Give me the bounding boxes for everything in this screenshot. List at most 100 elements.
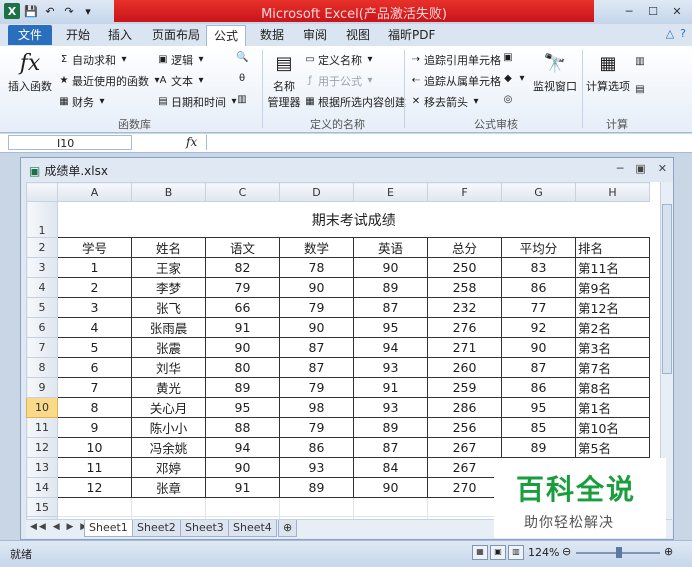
table-cell[interactable]: 89	[205, 377, 280, 398]
evaluate-formula-button[interactable]: ◎	[502, 94, 514, 106]
table-cell[interactable]: 90	[205, 337, 280, 358]
calc-now-button[interactable]: ▥	[634, 56, 646, 68]
row-header[interactable]: 13	[26, 457, 58, 478]
table-cell[interactable]: 256	[427, 417, 502, 438]
table-cell[interactable]: 94	[353, 337, 428, 358]
empty-cell[interactable]	[279, 497, 354, 517]
table-cell[interactable]: 第8名	[575, 377, 650, 398]
table-cell[interactable]: 刘华	[131, 357, 206, 378]
table-cell[interactable]: 95	[501, 397, 576, 418]
help-icon[interactable]: ?	[680, 27, 686, 40]
row-header[interactable]: 15	[26, 497, 58, 517]
table-cell[interactable]: 张震	[131, 337, 206, 358]
table-cell[interactable]: 270	[427, 477, 502, 498]
ribbon-collapse-icon[interactable]: △	[666, 27, 674, 40]
table-cell[interactable]: 90	[353, 477, 428, 498]
table-cell[interactable]: 88	[205, 417, 280, 438]
row-header[interactable]: 9	[26, 377, 58, 398]
use-in-formula-button[interactable]: ƒ 用于公式 ▾	[304, 73, 376, 89]
tab-page-layout[interactable]: 页面布局	[152, 25, 200, 45]
table-cell[interactable]: 267	[427, 437, 502, 458]
row-header[interactable]: 8	[26, 357, 58, 378]
table-cell[interactable]: 91	[205, 317, 280, 338]
minimize-icon[interactable]: ─	[617, 162, 624, 175]
table-cell[interactable]: 8	[57, 397, 132, 418]
table-cell[interactable]: 95	[353, 317, 428, 338]
column-header[interactable]: G	[501, 182, 576, 202]
table-cell[interactable]: 张章	[131, 477, 206, 498]
row-header[interactable]: 5	[26, 297, 58, 318]
close-icon[interactable]: ✕	[666, 2, 688, 20]
tab-view[interactable]: 视图	[346, 25, 370, 45]
header-cell[interactable]: 英语	[353, 237, 428, 258]
header-cell[interactable]: 数学	[279, 237, 354, 258]
table-cell[interactable]: 第5名	[575, 437, 650, 458]
table-cell[interactable]: 89	[353, 417, 428, 438]
scrollbar-thumb[interactable]	[662, 204, 672, 374]
table-cell[interactable]: 89	[279, 477, 354, 498]
sheet-tab-2[interactable]: Sheet2	[132, 520, 181, 537]
table-cell[interactable]: 93	[353, 397, 428, 418]
table-cell[interactable]: 90	[279, 317, 354, 338]
empty-cell[interactable]	[427, 497, 502, 517]
logical-button[interactable]: ▣ 逻辑 ▾	[157, 52, 207, 68]
column-header[interactable]: F	[427, 182, 502, 202]
zoom-in-icon[interactable]: ⊕	[664, 545, 673, 558]
remove-arrows-button[interactable]: ✕ 移去箭头 ▾	[410, 94, 482, 110]
save-icon[interactable]: 💾	[23, 3, 39, 19]
table-cell[interactable]: 79	[279, 417, 354, 438]
show-formulas-button[interactable]: ▣	[502, 52, 514, 64]
table-cell[interactable]: 6	[57, 357, 132, 378]
lookup-button[interactable]: 🔍	[236, 52, 248, 64]
table-cell[interactable]: 冯余姚	[131, 437, 206, 458]
header-cell[interactable]: 姓名	[131, 237, 206, 258]
table-cell[interactable]: 4	[57, 317, 132, 338]
table-cell[interactable]: 邓婷	[131, 457, 206, 478]
table-cell[interactable]: 93	[353, 357, 428, 378]
zoom-slider-knob[interactable]	[616, 547, 622, 558]
row-header[interactable]: 2	[26, 237, 58, 258]
row-header[interactable]: 10	[26, 397, 58, 418]
table-cell[interactable]: 267	[427, 457, 502, 478]
table-cell[interactable]: 5	[57, 337, 132, 358]
calc-options-button[interactable]: ▦ 计算选项	[586, 50, 630, 94]
undo-icon[interactable]: ↶	[42, 3, 58, 19]
text-functions-button[interactable]: A 文本 ▾	[157, 73, 207, 89]
table-cell[interactable]: 87	[501, 357, 576, 378]
math-button[interactable]: θ	[236, 73, 248, 85]
table-cell[interactable]: 第2名	[575, 317, 650, 338]
table-cell[interactable]: 李梦	[131, 277, 206, 298]
empty-cell[interactable]	[57, 497, 132, 517]
trace-precedents-button[interactable]: ⇢ 追踪引用单元格	[410, 52, 501, 68]
header-cell[interactable]: 学号	[57, 237, 132, 258]
table-cell[interactable]: 82	[205, 257, 280, 278]
header-cell[interactable]: 平均分	[501, 237, 576, 258]
sheet-tab-3[interactable]: Sheet3	[180, 520, 229, 537]
table-cell[interactable]: 陈小小	[131, 417, 206, 438]
table-cell[interactable]: 张飞	[131, 297, 206, 318]
sheet-title-cell[interactable]: 期末考试成绩	[58, 202, 650, 238]
table-cell[interactable]: 87	[353, 297, 428, 318]
column-header[interactable]: C	[205, 182, 280, 202]
table-cell[interactable]: 86	[501, 377, 576, 398]
tab-data[interactable]: 数据	[260, 25, 284, 45]
table-cell[interactable]: 286	[427, 397, 502, 418]
table-cell[interactable]: 276	[427, 317, 502, 338]
table-cell[interactable]: 258	[427, 277, 502, 298]
table-cell[interactable]: 第12名	[575, 297, 650, 318]
table-cell[interactable]: 1	[57, 257, 132, 278]
tab-formulas[interactable]: 公式	[206, 25, 247, 46]
table-cell[interactable]: 9	[57, 417, 132, 438]
row-header[interactable]: 14	[26, 477, 58, 498]
table-cell[interactable]: 86	[501, 277, 576, 298]
table-cell[interactable]: 10	[57, 437, 132, 458]
table-cell[interactable]: 87	[279, 357, 354, 378]
table-cell[interactable]: 83	[501, 257, 576, 278]
table-cell[interactable]: 90	[501, 337, 576, 358]
table-cell[interactable]: 79	[279, 377, 354, 398]
minimize-icon[interactable]: ─	[618, 2, 640, 20]
column-header[interactable]: D	[279, 182, 354, 202]
table-cell[interactable]: 黄光	[131, 377, 206, 398]
table-cell[interactable]: 79	[279, 297, 354, 318]
column-header[interactable]: A	[57, 182, 132, 202]
